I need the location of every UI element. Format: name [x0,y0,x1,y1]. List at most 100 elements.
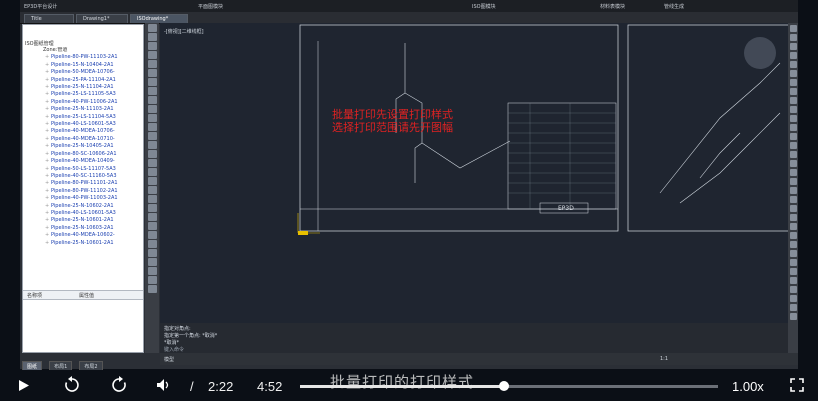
tool-icon[interactable] [789,295,797,302]
rewind-10-icon[interactable] [64,376,80,394]
tool-icon[interactable] [147,42,157,50]
tree-item[interactable]: Pipeline-25-LS-11104-5A3 [25,114,143,122]
tool-icon[interactable] [789,106,797,113]
tool-icon[interactable] [789,52,797,59]
tool-icon[interactable] [147,96,157,104]
tool-icon[interactable] [789,115,797,122]
tree-item[interactable]: Pipeline-40-MDEA-10409- [25,158,143,166]
tool-icon[interactable] [147,240,157,248]
tool-icon[interactable] [147,258,157,266]
tree-item[interactable]: Pipeline-40-MDEA-10602- [25,232,143,240]
tree-item[interactable]: Pipeline-40-PW-11006-2A1 [25,99,143,107]
progress-knob[interactable] [498,381,509,391]
tool-icon[interactable] [789,61,797,68]
tree-item[interactable]: Pipeline-40-PW-11003-2A1 [25,195,143,203]
volume-icon[interactable] [156,378,172,392]
viewport-label[interactable]: -[俯视][二维线框] [164,28,204,35]
drawing-canvas[interactable]: EP3D -[俯视][二维线框] [160,23,788,323]
menu-item-plan[interactable]: 平面图模块 [198,3,223,10]
progress-bar[interactable] [300,381,718,391]
tool-icon[interactable] [789,133,797,140]
tree-item[interactable]: Pipeline-80-SC-10606-2A1 [25,151,143,159]
tool-icon[interactable] [789,151,797,158]
tree-item[interactable]: Pipeline-25-PA-11104-2A1 [25,77,143,85]
tool-icon[interactable] [147,177,157,185]
tree-item[interactable]: Pipeline-25-N-10603-2A1 [25,225,143,233]
tool-icon[interactable] [789,88,797,95]
tool-icon[interactable] [147,159,157,167]
tree-root[interactable]: Zone:管道 [25,47,143,54]
tool-icon[interactable] [789,124,797,131]
tool-icon[interactable] [147,213,157,221]
menu-item-material[interactable]: 材料表模块 [600,3,625,10]
tree-item[interactable]: Pipeline-25-N-10601-2A1 [25,217,143,225]
tool-icon[interactable] [789,241,797,248]
tool-icon[interactable] [789,169,797,176]
tool-icon[interactable] [789,187,797,194]
tool-icon[interactable] [789,160,797,167]
tool-icon[interactable] [789,205,797,212]
tool-icon[interactable] [147,168,157,176]
tab-isodrawing[interactable]: ISOdrawing* [130,14,188,23]
tree-item[interactable]: Pipeline-40-MDEA-10706- [25,128,143,136]
tree-item[interactable]: Pipeline-40-LS-10601-5A3 [25,210,143,218]
playback-speed[interactable]: 1.00x [732,379,764,394]
tool-icon[interactable] [147,60,157,68]
menu-item-iso[interactable]: ISO图模块 [472,3,496,10]
tool-icon[interactable] [147,33,157,41]
tool-icon[interactable] [147,150,157,158]
tool-icon[interactable] [147,78,157,86]
tree-item[interactable]: Pipeline-80-PW-11103-2A1 [25,54,143,62]
forward-10-icon[interactable] [111,376,127,394]
tool-icon[interactable] [789,223,797,230]
tool-icon[interactable] [789,97,797,104]
tool-icon[interactable] [147,141,157,149]
tree-item[interactable]: Pipeline-25-N-10405-2A1 [25,143,143,151]
tool-icon[interactable] [147,114,157,122]
status-model[interactable]: 模型 [164,356,174,363]
tree-item[interactable]: Pipeline-25-N-11103-2A1 [25,106,143,114]
tool-icon[interactable] [147,69,157,77]
tool-icon[interactable] [147,231,157,239]
tab-title[interactable]: Title [24,14,74,23]
tool-icon[interactable] [789,214,797,221]
command-input[interactable]: 键入命令 [164,346,184,353]
tool-icon[interactable] [147,51,157,59]
tool-icon[interactable] [147,195,157,203]
tool-icon[interactable] [147,285,157,293]
tree-item[interactable]: Pipeline-50-MDEA-10706- [25,69,143,77]
tool-icon[interactable] [789,178,797,185]
tool-icon[interactable] [147,276,157,284]
tool-icon[interactable] [147,186,157,194]
tool-icon[interactable] [789,43,797,50]
tool-icon[interactable] [789,277,797,284]
tool-icon[interactable] [789,268,797,275]
tree-item[interactable]: Pipeline-40-LS-10601-5A3 [25,121,143,129]
tree-item[interactable]: Pipeline-40-MDEA-10710- [25,136,143,144]
tree-item[interactable]: Pipeline-50-LS-11107-5A3 [25,166,143,174]
tree-item[interactable]: Pipeline-15-N-10404-2A1 [25,62,143,70]
tool-icon[interactable] [789,196,797,203]
play-icon[interactable] [18,379,30,392]
tool-icon[interactable] [789,313,797,320]
tool-icon[interactable] [147,24,157,32]
tool-icon[interactable] [147,267,157,275]
tree-item[interactable]: Pipeline-25-N-11104-2A1 [25,84,143,92]
tool-icon[interactable] [147,105,157,113]
tool-icon[interactable] [789,250,797,257]
fullscreen-icon[interactable] [790,378,804,392]
tree-item[interactable]: Pipeline-25-N-10601-2A1 [25,240,143,248]
tool-icon[interactable] [147,87,157,95]
tree-item[interactable]: Pipeline-80-PW-11101-2A1 [25,180,143,188]
tree-item[interactable]: Pipeline-80-PW-11102-2A1 [25,188,143,196]
status-scale[interactable]: 1:1 [660,356,668,362]
tool-icon[interactable] [147,204,157,212]
tool-icon[interactable] [147,249,157,257]
tool-icon[interactable] [147,132,157,140]
tree-item[interactable]: Pipeline-25-N-10602-2A1 [25,203,143,211]
tree-item[interactable]: Pipeline-40-SC-11160-5A3 [25,173,143,181]
tool-icon[interactable] [789,304,797,311]
tool-icon[interactable] [789,25,797,32]
tool-icon[interactable] [789,34,797,41]
tool-icon[interactable] [147,222,157,230]
